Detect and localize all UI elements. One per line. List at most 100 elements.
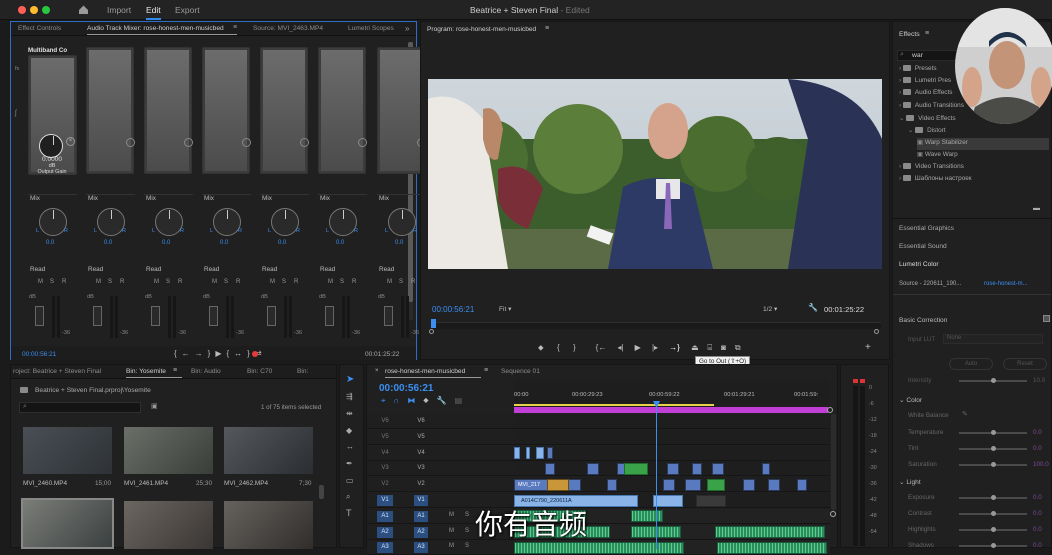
effects-tree-item[interactable]: › Lumetri Pres bbox=[899, 77, 951, 89]
mute-button[interactable]: M bbox=[154, 279, 159, 285]
record-arm-button[interactable]: R bbox=[352, 279, 356, 285]
light-control-slider[interactable] bbox=[959, 543, 1027, 548]
basic-correction-header[interactable]: Basic Correction bbox=[899, 317, 947, 324]
video-clip[interactable] bbox=[696, 494, 726, 507]
color-control-slider[interactable] bbox=[959, 462, 1027, 467]
mix-dropdown[interactable]: Mix bbox=[88, 195, 98, 202]
tab-menu-icon[interactable]: ≡ bbox=[233, 24, 237, 31]
effect-dial-icon[interactable] bbox=[242, 138, 251, 147]
comparison-icon[interactable]: ⧉ bbox=[735, 343, 741, 352]
go-to-in-icon[interactable]: {← bbox=[596, 343, 607, 352]
program-monitor-title[interactable]: Program: rose-honest-men-musicbed bbox=[427, 26, 536, 33]
record-arm-button[interactable]: R bbox=[294, 279, 298, 285]
automation-mode-dropdown[interactable]: Read bbox=[262, 266, 277, 273]
mix-dropdown[interactable]: Mix bbox=[146, 195, 156, 202]
solo-button[interactable]: S bbox=[465, 528, 469, 534]
step-forward-icon[interactable]: |▸ bbox=[652, 343, 658, 352]
clip-name[interactable]: MVI_2460.MP4 bbox=[23, 480, 67, 487]
mute-button[interactable]: M bbox=[449, 528, 454, 534]
menu-import[interactable]: Import bbox=[107, 5, 131, 15]
record-arm-button[interactable]: R bbox=[120, 279, 124, 285]
track-target-toggle[interactable]: V5 bbox=[377, 432, 393, 443]
clip-thumbnail[interactable] bbox=[124, 427, 213, 474]
video-clip[interactable] bbox=[567, 478, 581, 491]
pan-knob[interactable] bbox=[155, 208, 183, 236]
zoom-tool-icon[interactable]: ⌕ bbox=[346, 492, 350, 502]
track-target-toggle[interactable]: V1 bbox=[377, 495, 393, 506]
mute-button[interactable]: M bbox=[212, 279, 217, 285]
solo-button[interactable]: S bbox=[465, 512, 469, 518]
timeline-close-icon[interactable]: × bbox=[375, 368, 379, 374]
minimize-window-button[interactable] bbox=[30, 6, 38, 14]
automation-mode-dropdown[interactable]: Read bbox=[88, 266, 103, 273]
track-target-toggle[interactable]: V2 bbox=[377, 479, 393, 490]
video-clip[interactable] bbox=[607, 478, 617, 491]
mute-button[interactable]: M bbox=[270, 279, 275, 285]
automation-mode-dropdown[interactable]: Read bbox=[320, 266, 335, 273]
clip-thumbnail[interactable] bbox=[224, 427, 313, 474]
video-clip[interactable] bbox=[536, 447, 544, 460]
effects-title[interactable]: Effects bbox=[899, 31, 920, 38]
effect-slot[interactable] bbox=[377, 47, 425, 174]
effect-dial-icon[interactable] bbox=[184, 138, 193, 147]
zoom-handle-left[interactable] bbox=[429, 329, 434, 334]
effects-tree-item[interactable]: ▣ Wave Warp bbox=[917, 150, 958, 162]
record-arm-button[interactable]: R bbox=[178, 279, 182, 285]
volume-fader-handle[interactable] bbox=[325, 306, 334, 326]
track-target-toggle[interactable]: A2 bbox=[377, 526, 393, 538]
clip-thumbnail[interactable] bbox=[224, 501, 313, 549]
new-folder-icon[interactable]: ▬ bbox=[1033, 205, 1040, 212]
effect-dial-icon[interactable] bbox=[358, 138, 367, 147]
video-clip[interactable] bbox=[768, 478, 780, 491]
captions-icon[interactable]: ▤ bbox=[455, 396, 471, 405]
project-scrollbar[interactable] bbox=[319, 485, 324, 499]
effects-tree-item[interactable]: ⌄ Video Effects bbox=[899, 114, 956, 126]
scroll-handle[interactable] bbox=[830, 511, 836, 517]
video-clip[interactable] bbox=[547, 447, 553, 460]
solo-button[interactable]: S bbox=[50, 279, 54, 285]
mute-button[interactable]: M bbox=[96, 279, 101, 285]
video-clip[interactable] bbox=[743, 478, 755, 491]
mute-button[interactable]: M bbox=[38, 279, 43, 285]
project-search-input[interactable]: ⌕ bbox=[19, 402, 141, 413]
automation-mode-dropdown[interactable]: Read bbox=[30, 266, 45, 273]
settings-wrench-icon[interactable]: 🔧 bbox=[437, 396, 455, 405]
effect-slot[interactable] bbox=[144, 47, 192, 174]
mixer-timecode[interactable]: 00:00:56:21 bbox=[22, 351, 56, 358]
tab-bin-more[interactable]: Bin: bbox=[297, 368, 308, 375]
wrench-icon[interactable]: 🔧 bbox=[808, 303, 818, 312]
intensity-slider[interactable] bbox=[959, 378, 1027, 383]
solo-button[interactable]: S bbox=[282, 279, 286, 285]
menu-export[interactable]: Export bbox=[175, 5, 200, 15]
automation-mode-dropdown[interactable]: Read bbox=[204, 266, 219, 273]
more-tabs-icon[interactable]: » bbox=[405, 24, 409, 33]
work-area-bar[interactable] bbox=[514, 407, 828, 413]
mix-dropdown[interactable]: Mix bbox=[320, 195, 330, 202]
effect-slot[interactable] bbox=[260, 47, 308, 174]
pen-tool-icon[interactable]: ✒ bbox=[346, 459, 353, 468]
effects-tree-item[interactable]: ⌄ Distort bbox=[908, 126, 946, 138]
menu-edit[interactable]: Edit bbox=[146, 5, 161, 20]
effect-dial-icon[interactable] bbox=[300, 138, 309, 147]
light-section-header[interactable]: ⌄ Light bbox=[899, 478, 921, 486]
bin-menu-icon[interactable]: ≡ bbox=[173, 367, 177, 374]
essential-sound-tab[interactable]: Essential Sound bbox=[899, 243, 947, 250]
video-clip[interactable] bbox=[663, 478, 675, 491]
mix-dropdown[interactable]: Mix bbox=[262, 195, 272, 202]
mute-button[interactable]: M bbox=[387, 279, 392, 285]
timeline-playhead[interactable] bbox=[656, 407, 657, 549]
light-control-slider[interactable] bbox=[959, 495, 1027, 500]
type-tool-icon[interactable]: T bbox=[346, 508, 352, 518]
basic-correction-checkbox[interactable] bbox=[1043, 315, 1050, 322]
light-control-slider[interactable] bbox=[959, 511, 1027, 516]
play-icon[interactable]: ▶ bbox=[215, 349, 226, 358]
step-back-icon[interactable]: ◂| bbox=[617, 343, 623, 352]
add-marker-icon[interactable]: ⬥ bbox=[538, 343, 544, 352]
essential-graphics-tab[interactable]: Essential Graphics bbox=[899, 225, 954, 232]
track-target-toggle[interactable]: V6 bbox=[377, 416, 393, 427]
mark-out-icon[interactable]: } bbox=[573, 343, 576, 352]
effects-tree-item[interactable]: › Video Transitions bbox=[899, 162, 964, 175]
effects-tree-item[interactable]: ▣ Warp Stabilizer bbox=[917, 138, 1049, 151]
volume-fader-handle[interactable] bbox=[384, 306, 393, 326]
mark-in-icon[interactable]: { bbox=[557, 343, 560, 352]
